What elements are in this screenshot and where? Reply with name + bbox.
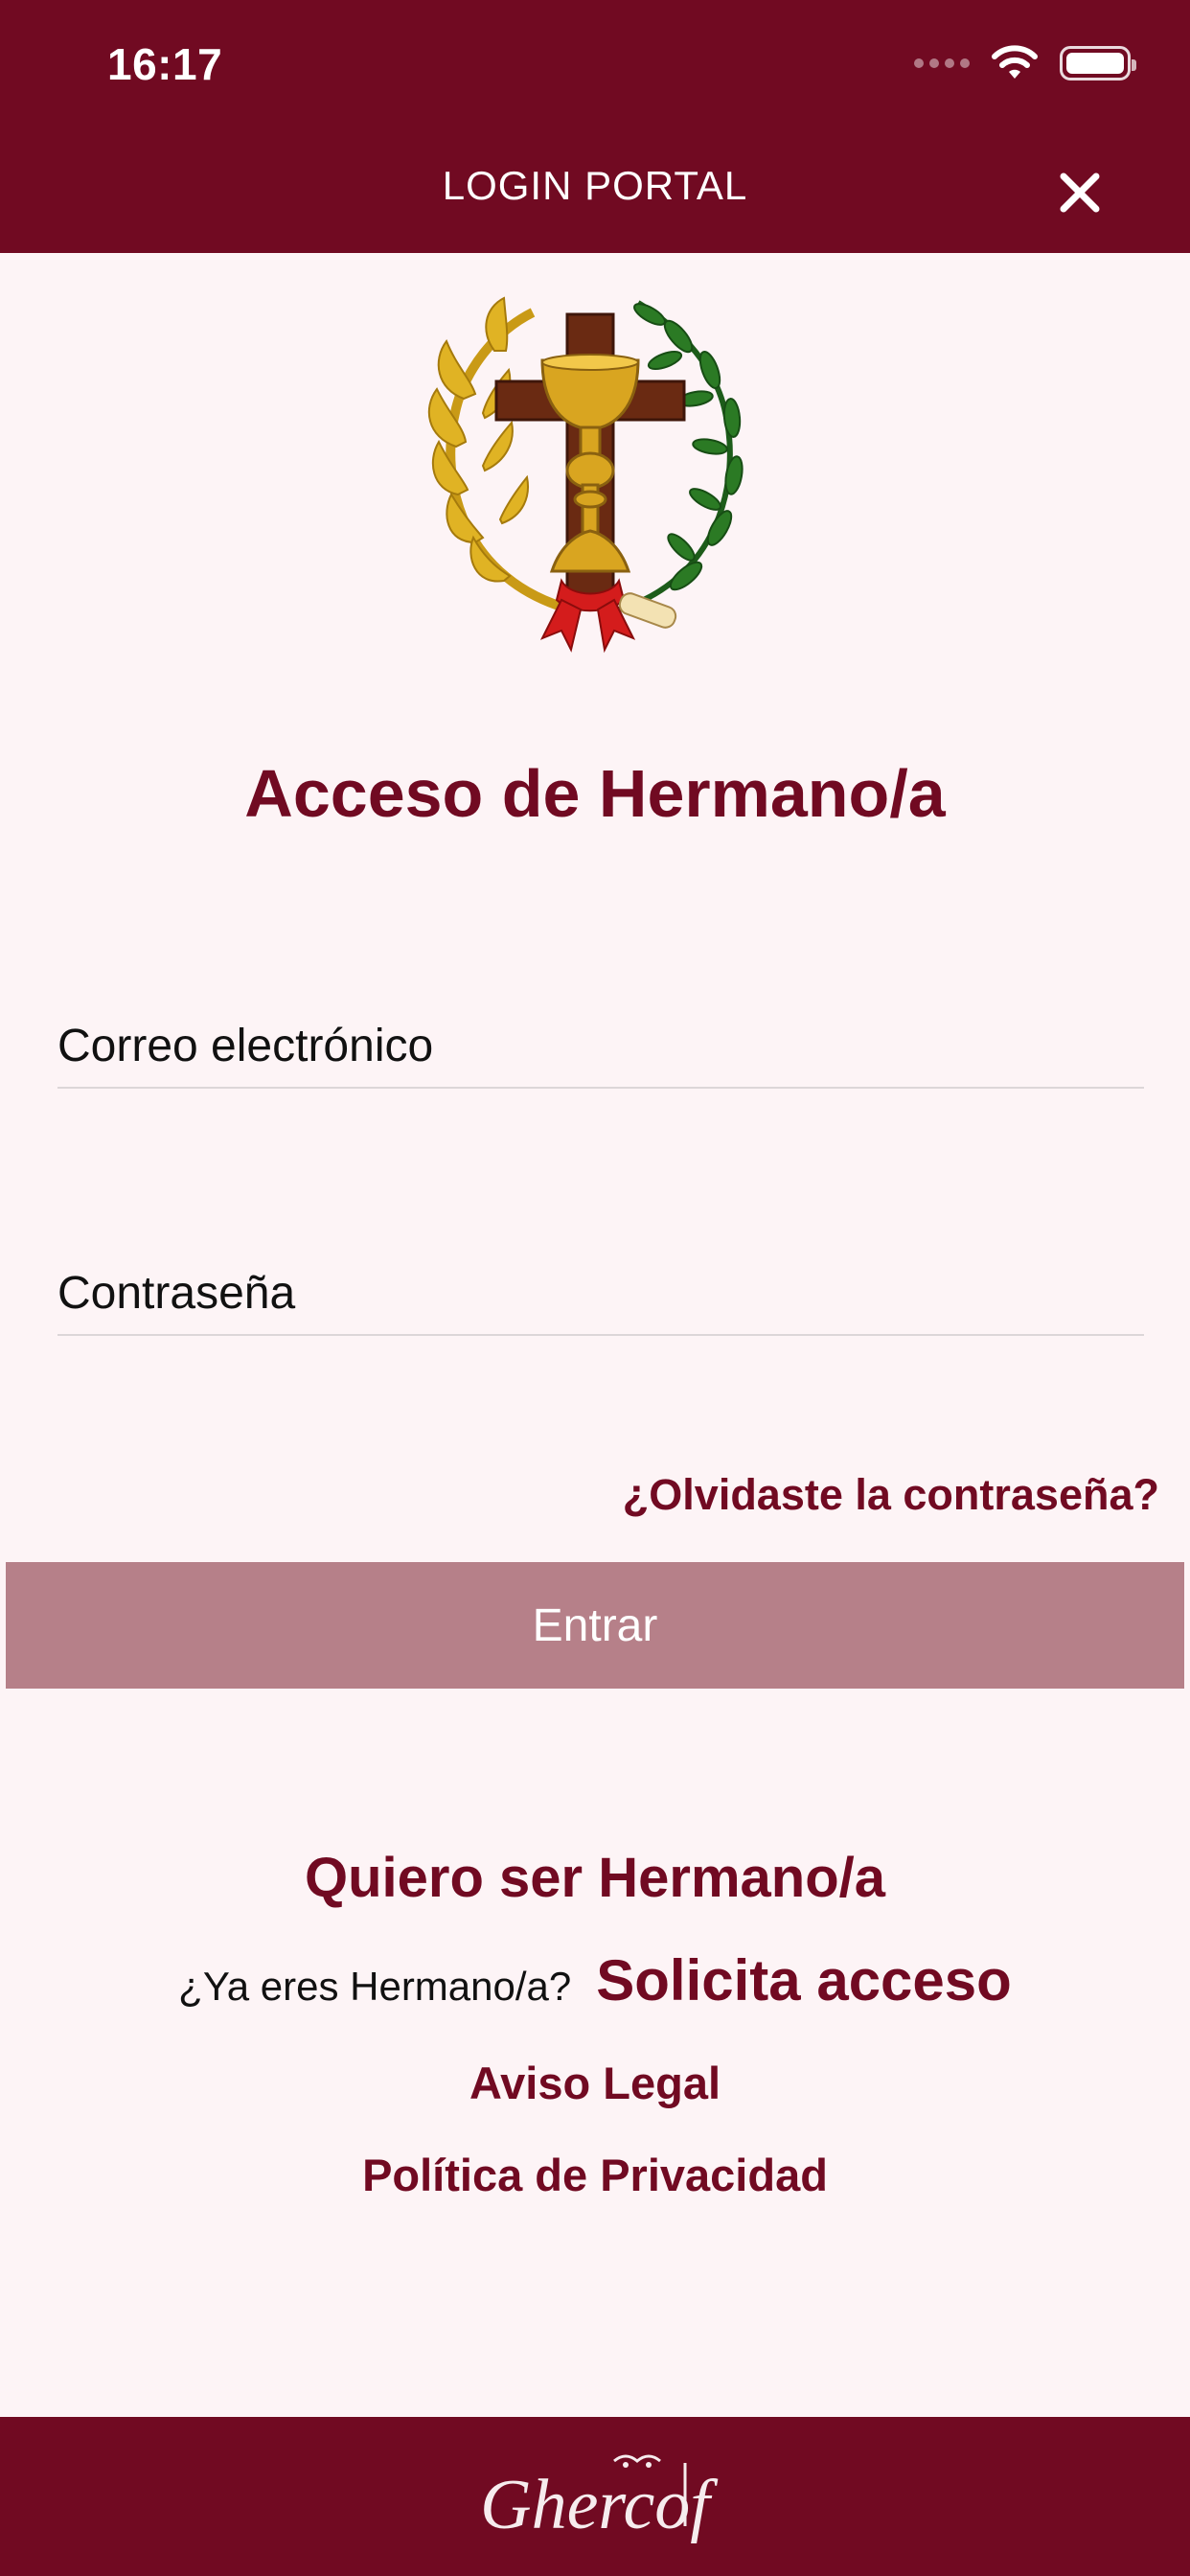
- signal-dots-icon: [914, 58, 970, 68]
- request-access-row: ¿Ya eres Hermano/a? Solicita acceso: [0, 1947, 1190, 2013]
- request-access-link[interactable]: Solicita acceso: [596, 1947, 1012, 2013]
- footer-logo: Ghercof: [480, 2454, 719, 2544]
- login-screen: 16:17 LOGIN PORTAL Acceso de Hermano/a C…: [0, 0, 1190, 2576]
- already-member-text: ¿Ya eres Hermano/a?: [178, 1964, 572, 2009]
- privacy-policy-link[interactable]: Política de Privacidad: [0, 2149, 1190, 2201]
- password-field[interactable]: [57, 1252, 1144, 1336]
- password-input[interactable]: [57, 1252, 1144, 1334]
- page-title: LOGIN PORTAL: [442, 163, 748, 208]
- wifi-icon: [992, 45, 1038, 79]
- brotherhood-crest-icon: [427, 296, 744, 654]
- email-input[interactable]: [57, 1004, 1144, 1087]
- footer-logo-text: Ghercof: [480, 2466, 719, 2544]
- join-brotherhood-link[interactable]: Quiero ser Hermano/a: [0, 1846, 1190, 1910]
- status-icons: [914, 42, 1136, 84]
- access-heading: Acceso de Hermano/a: [244, 756, 946, 831]
- status-time: 16:17: [107, 39, 223, 89]
- enter-button[interactable]: Entrar: [6, 1562, 1184, 1689]
- legal-notice-link[interactable]: Aviso Legal: [0, 2057, 1190, 2109]
- header-bar: 16:17 LOGIN PORTAL: [0, 0, 1190, 253]
- battery-icon: [1060, 46, 1136, 80]
- close-icon: [1060, 172, 1100, 213]
- close-button[interactable]: [1048, 161, 1111, 224]
- email-field[interactable]: [57, 1004, 1144, 1089]
- footer-bar: Ghercof: [0, 2417, 1190, 2576]
- forgot-password-link[interactable]: ¿Olvidaste la contraseña?: [623, 1470, 1159, 1520]
